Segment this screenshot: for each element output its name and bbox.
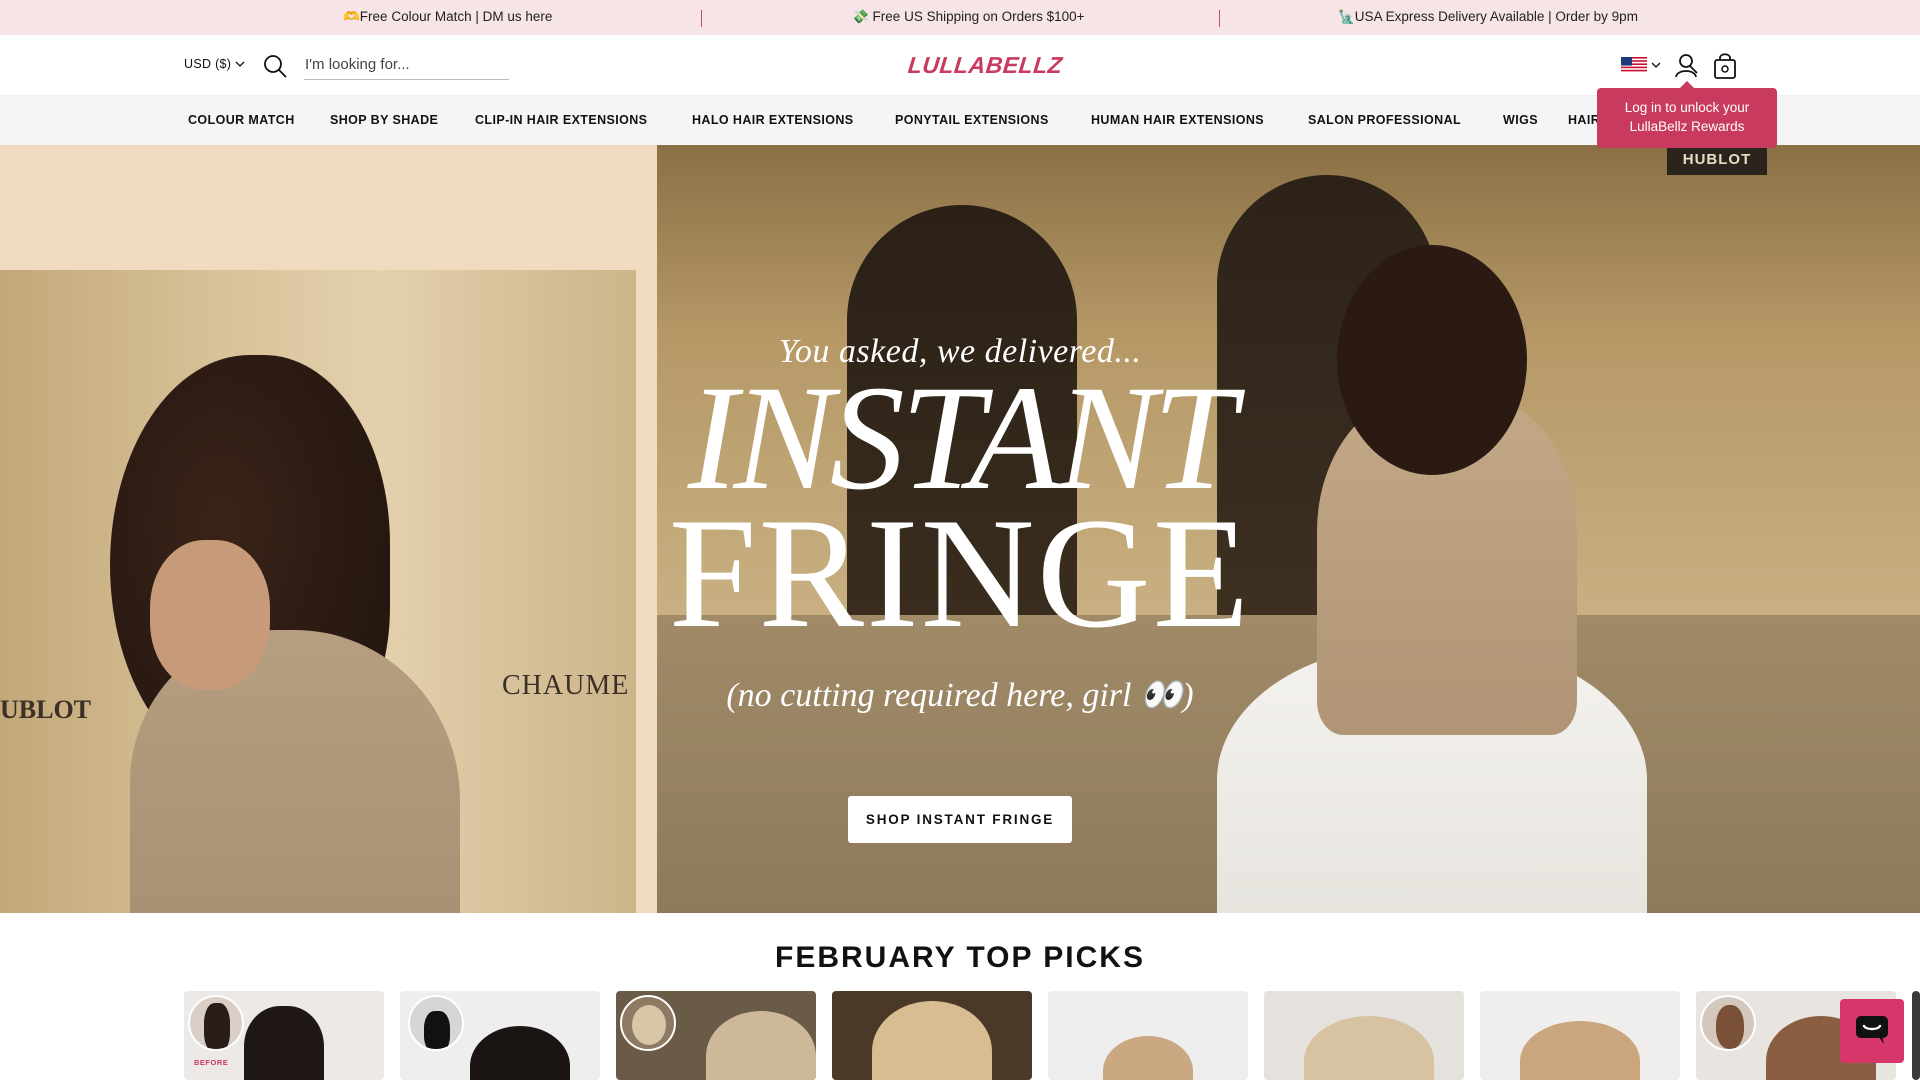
model-face xyxy=(150,540,270,690)
product-image xyxy=(1304,1016,1434,1080)
product-image xyxy=(872,1001,992,1080)
product-card[interactable] xyxy=(1048,991,1248,1080)
product-image xyxy=(706,1011,816,1080)
nav-item-colour-match[interactable]: COLOUR MATCH xyxy=(188,96,295,145)
store-sign: HUBLOT xyxy=(1667,145,1767,175)
country-selector[interactable] xyxy=(1621,57,1661,73)
announcement-divider xyxy=(1219,10,1220,27)
nav-item-halo-hair-extensions[interactable]: HALO HAIR EXTENSIONS xyxy=(692,96,854,145)
product-swatch-thumb xyxy=(1700,995,1756,1051)
announcement-divider xyxy=(701,10,702,27)
section-title: FEBRUARY TOP PICKS xyxy=(775,941,1145,974)
product-image xyxy=(1103,1036,1193,1080)
product-card[interactable] xyxy=(1480,991,1680,1080)
product-image xyxy=(1520,1021,1640,1080)
nav-item-human-hair-extensions[interactable]: HUMAN HAIR EXTENSIONS xyxy=(1091,96,1264,145)
nav-item-hair[interactable]: HAIR xyxy=(1568,96,1600,145)
wall-sign-text: CHAUME xyxy=(502,670,630,701)
chevron-down-icon xyxy=(1651,62,1661,68)
nav-item-ponytail-extensions[interactable]: PONYTAIL EXTENSIONS xyxy=(895,96,1049,145)
chat-button[interactable] xyxy=(1840,999,1904,1063)
chat-icon xyxy=(1856,1016,1888,1044)
hero-left-panel: CHAUME UBLOT xyxy=(0,145,657,913)
site-logo[interactable]: LULLABELLZ xyxy=(907,52,1064,79)
model-hair xyxy=(1337,245,1527,475)
announcement-free-shipping[interactable]: 💸 Free US Shipping on Orders $100+ xyxy=(852,0,1085,35)
us-flag-icon xyxy=(1621,57,1647,73)
building-arch xyxy=(847,205,1077,625)
shop-instant-fringe-button[interactable]: SHOP INSTANT FRINGE xyxy=(848,796,1072,843)
announcement-bar: 🫶Free Colour Match | DM us here 💸 Free U… xyxy=(0,0,1920,35)
tooltip-text: Log in to unlock your LullaBellz Rewards xyxy=(1624,100,1750,134)
search-input[interactable] xyxy=(304,50,509,80)
product-card[interactable] xyxy=(400,991,600,1080)
product-card[interactable] xyxy=(616,991,816,1080)
announcement-express-delivery[interactable]: 🗽USA Express Delivery Available | Order … xyxy=(1338,0,1638,35)
product-card[interactable] xyxy=(1912,991,1920,1080)
product-card[interactable] xyxy=(832,991,1032,1080)
chevron-down-icon xyxy=(235,61,245,67)
hero-left-photo: CHAUME UBLOT xyxy=(0,270,636,913)
nav-item-shop-by-shade[interactable]: SHOP BY SHADE xyxy=(330,96,438,145)
account-icon[interactable] xyxy=(1672,51,1700,79)
product-swatch-thumb xyxy=(408,995,464,1051)
product-swatch-thumb xyxy=(620,995,676,1051)
search-icon[interactable] xyxy=(262,53,288,79)
wall-sign-text-2: UBLOT xyxy=(0,695,92,724)
rewards-login-tooltip[interactable]: Log in to unlock your LullaBellz Rewards xyxy=(1597,81,1777,148)
hero-banner[interactable]: CHAUME UBLOT HUBLOT You asked, we delive… xyxy=(0,145,1920,913)
product-image xyxy=(470,1026,570,1080)
product-carousel[interactable]: BEFORE xyxy=(0,991,1920,1080)
shopping-bag-icon[interactable] xyxy=(1713,52,1737,80)
site-header: USD ($) LULLABELLZ xyxy=(0,35,1920,96)
nav-item-salon-professional[interactable]: SALON PROFESSIONAL xyxy=(1308,96,1461,145)
product-image xyxy=(244,1006,324,1080)
currency-selector[interactable]: USD ($) xyxy=(184,57,245,71)
nav-item-clip-in-hair-extensions[interactable]: CLIP-IN HAIR EXTENSIONS xyxy=(475,96,647,145)
announcement-colour-match[interactable]: 🫶Free Colour Match | DM us here xyxy=(343,0,552,35)
product-card[interactable] xyxy=(1264,991,1464,1080)
currency-label: USD ($) xyxy=(184,57,232,71)
product-card[interactable]: BEFORE xyxy=(184,991,384,1080)
product-swatch-thumb xyxy=(188,995,244,1051)
before-label: BEFORE xyxy=(194,1058,229,1067)
nav-item-wigs[interactable]: WIGS xyxy=(1503,96,1538,145)
hero-right-photo: HUBLOT xyxy=(657,145,1920,913)
